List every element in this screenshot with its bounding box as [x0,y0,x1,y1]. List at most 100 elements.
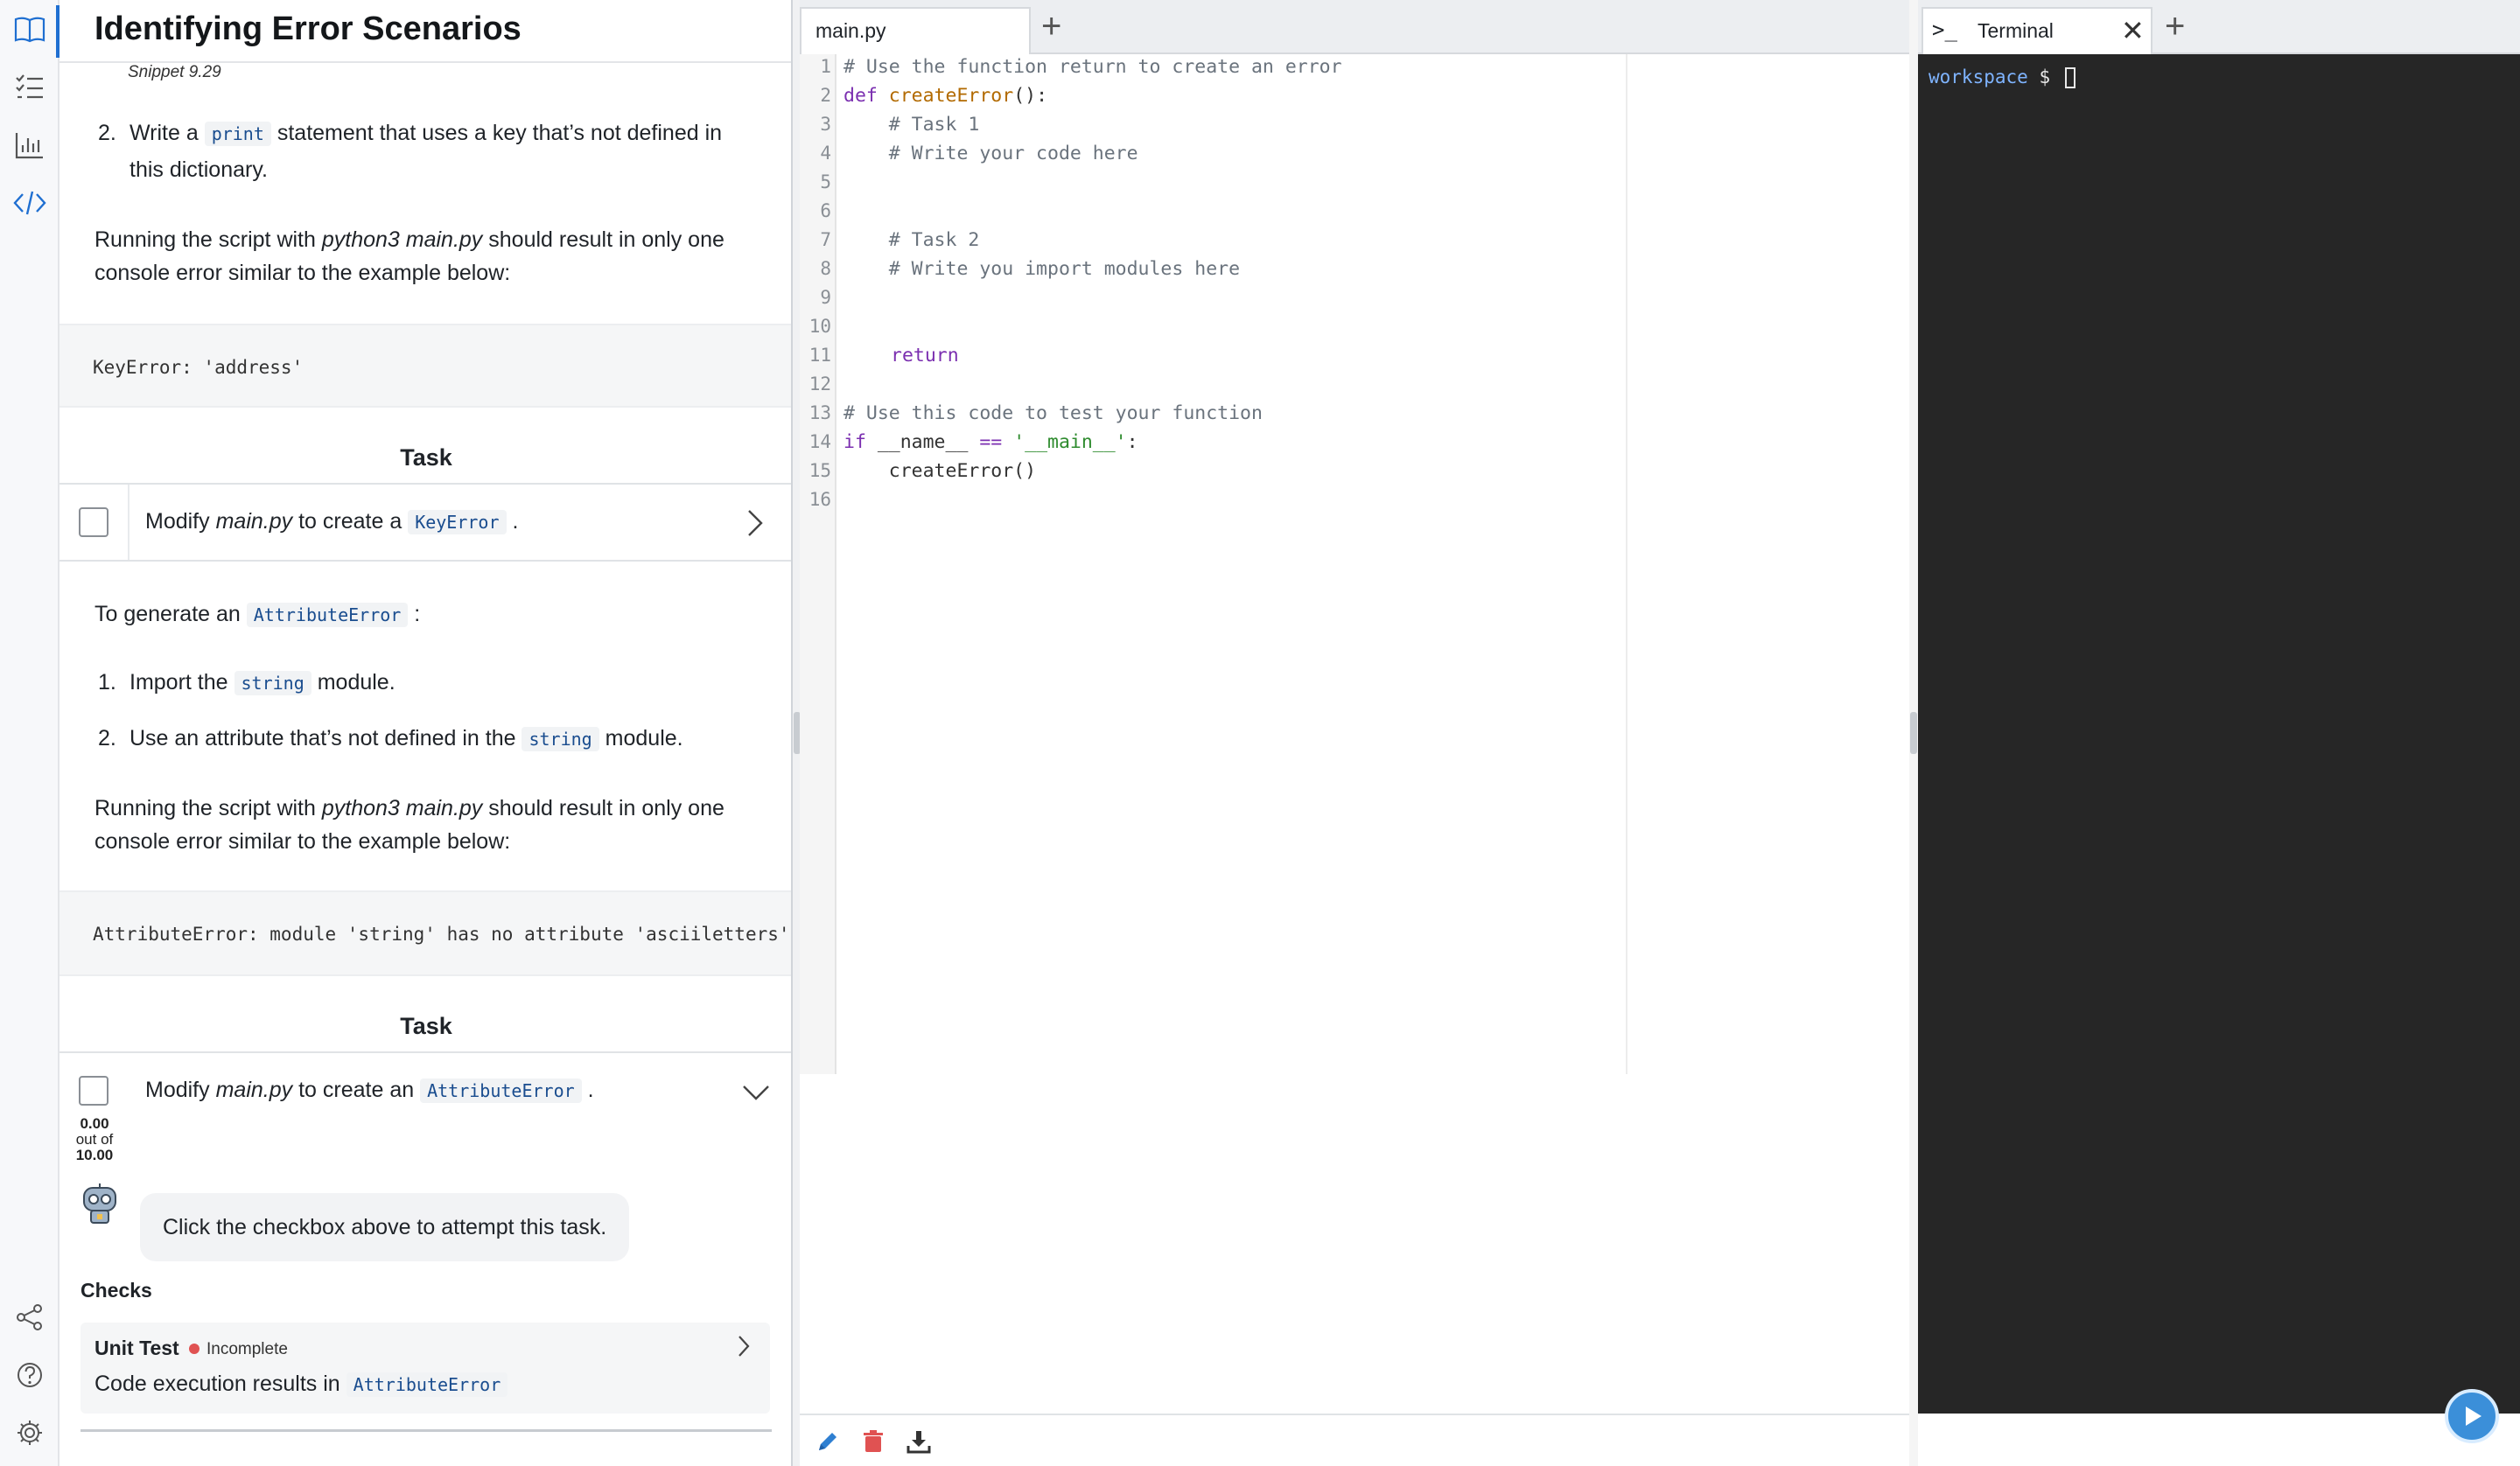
chevron-right-icon[interactable] [742,507,766,539]
print-margin [1626,54,1628,1074]
task-description: Modify main.py to create an AttributeErr… [145,1078,594,1103]
inline-code: KeyError [408,510,507,534]
guide-header: Identifying Error Scenarios [60,0,791,63]
help-icon[interactable] [9,1354,51,1396]
line-number: 12 [808,373,831,394]
list-item: Import the string module. [130,665,396,701]
step-text: statement that uses a key that’s not def… [276,121,723,145]
tab-main-py[interactable]: main.py [800,7,1031,54]
prompt-symbol: $ [2039,66,2051,87]
checks-heading: Checks [80,1279,152,1302]
inline-code: AttributeError [346,1372,508,1397]
terminal-cursor [2064,67,2076,88]
task-row-attributeerror[interactable]: 0.00 out of 10.00 Modify main.py to crea… [60,1051,791,1174]
code-line: # Write your code here [844,143,1138,164]
score-max: 10.00 [75,1147,114,1163]
terminal-output[interactable]: workspace $ [1918,54,2520,1414]
text: should result in only one [488,227,724,252]
attributeerror-example-block: AttributeError: module 'string' has no a… [60,890,791,976]
task-description: Modify main.py to create a KeyError . [145,509,518,534]
app-root: Identifying Error Scenarios Snippet 9.29… [0,0,2520,1466]
checklist-icon[interactable] [9,66,51,108]
text: Code execution results in [94,1372,340,1396]
code-line: # Write you import modules here [844,258,1241,280]
run-button[interactable] [2445,1389,2499,1443]
running-instructions-cont: console error similar to the example bel… [94,261,511,285]
filename-text: main.py [215,509,293,534]
text: to create an [298,1078,415,1102]
page-title: Identifying Error Scenarios [94,10,522,47]
close-icon[interactable]: ✕ [2121,14,2145,47]
download-icon[interactable] [901,1424,936,1459]
step-2-text: Write a print statement that uses a key … [130,115,722,151]
operator: == [979,431,1003,453]
text: Import the [130,670,228,695]
inline-code: string [522,727,599,751]
add-terminal-button[interactable]: + [2165,7,2185,45]
command-text: python3 main.py [321,796,483,820]
snippet-caption: Snippet 9.29 [128,63,221,81]
command-text: python3 main.py [321,227,483,252]
checkbox-column [60,485,130,560]
text: Running the script with [94,796,316,820]
line-number: 5 [820,171,831,192]
function-name: createError [888,85,1014,107]
line-number: 1 [820,56,831,77]
robot-avatar-icon [83,1183,116,1224]
line-number: 8 [820,258,831,279]
tab-label: Terminal [1978,19,2054,42]
icon-rail [0,0,60,1466]
running-instructions: Running the script with python3 main.py … [94,791,724,826]
list-number: 1. [98,670,116,695]
list-number: 2. [98,726,116,750]
keyword: def [844,85,878,107]
chevron-right-icon[interactable] [735,1333,752,1359]
score-display: 0.00 out of 10.00 [65,1116,124,1163]
code-line: # Task 2 [844,229,980,251]
inline-code: AttributeError [246,603,409,627]
text: module. [605,726,683,750]
task-checkbox[interactable] [79,1076,108,1106]
guide-panel: Identifying Error Scenarios Snippet 9.29… [60,0,793,1466]
text: Modify [145,509,210,534]
code-line: # Use this code to test your function [844,402,1263,424]
code-line: def createError(): [844,85,1047,107]
splitter-grip[interactable] [1910,712,1917,754]
list-number: 2. [98,121,116,145]
pane-splitter[interactable] [1909,0,1918,1466]
line-number: 9 [820,287,831,308]
code-icon[interactable] [9,182,51,224]
text: . [512,509,519,534]
editor-tab-bar: main.py + [800,0,1918,54]
inline-code: string [234,671,312,695]
task-row-keyerror[interactable]: Modify main.py to create a KeyError . [60,483,791,562]
share-icon[interactable] [9,1296,51,1338]
bot-message-bubble: Click the checkbox above to attempt this… [140,1193,630,1261]
settings-gear-icon[interactable] [9,1412,51,1454]
inline-code: print [204,122,271,146]
line-number-gutter: 1 2 3 4 5 6 7 8 9 10 11 12 13 14 15 16 [800,54,836,1074]
line-number: 15 [808,460,831,481]
add-tab-button[interactable]: + [1041,7,1061,45]
text: Modify [145,1078,210,1102]
chevron-down-icon[interactable] [740,1079,772,1104]
text: module. [317,670,396,695]
filename-text: main.py [215,1078,293,1102]
unit-test-check[interactable]: Unit Test Incomplete Code execution resu… [80,1323,770,1414]
tab-terminal[interactable]: >_ Terminal ✕ [1922,7,2152,54]
line-number: 2 [820,85,831,106]
step-text: Write a [130,121,199,145]
tab-label: main.py [816,19,886,42]
book-icon[interactable] [9,9,51,51]
task-checkbox[interactable] [79,507,108,537]
text: Use an attribute that’s not defined in t… [130,726,516,750]
check-title: Unit Test [94,1337,179,1359]
pencil-icon[interactable] [810,1424,845,1459]
bar-chart-icon[interactable] [9,124,51,166]
code-editor-panel: main.py + 1 2 3 4 5 6 7 8 9 10 11 12 13 … [800,0,1918,1466]
task-heading: Task [400,444,452,471]
inline-code: AttributeError [420,1079,582,1103]
code-text: (): [1013,85,1048,107]
trash-icon[interactable] [856,1424,891,1459]
text: Running the script with [94,227,316,252]
